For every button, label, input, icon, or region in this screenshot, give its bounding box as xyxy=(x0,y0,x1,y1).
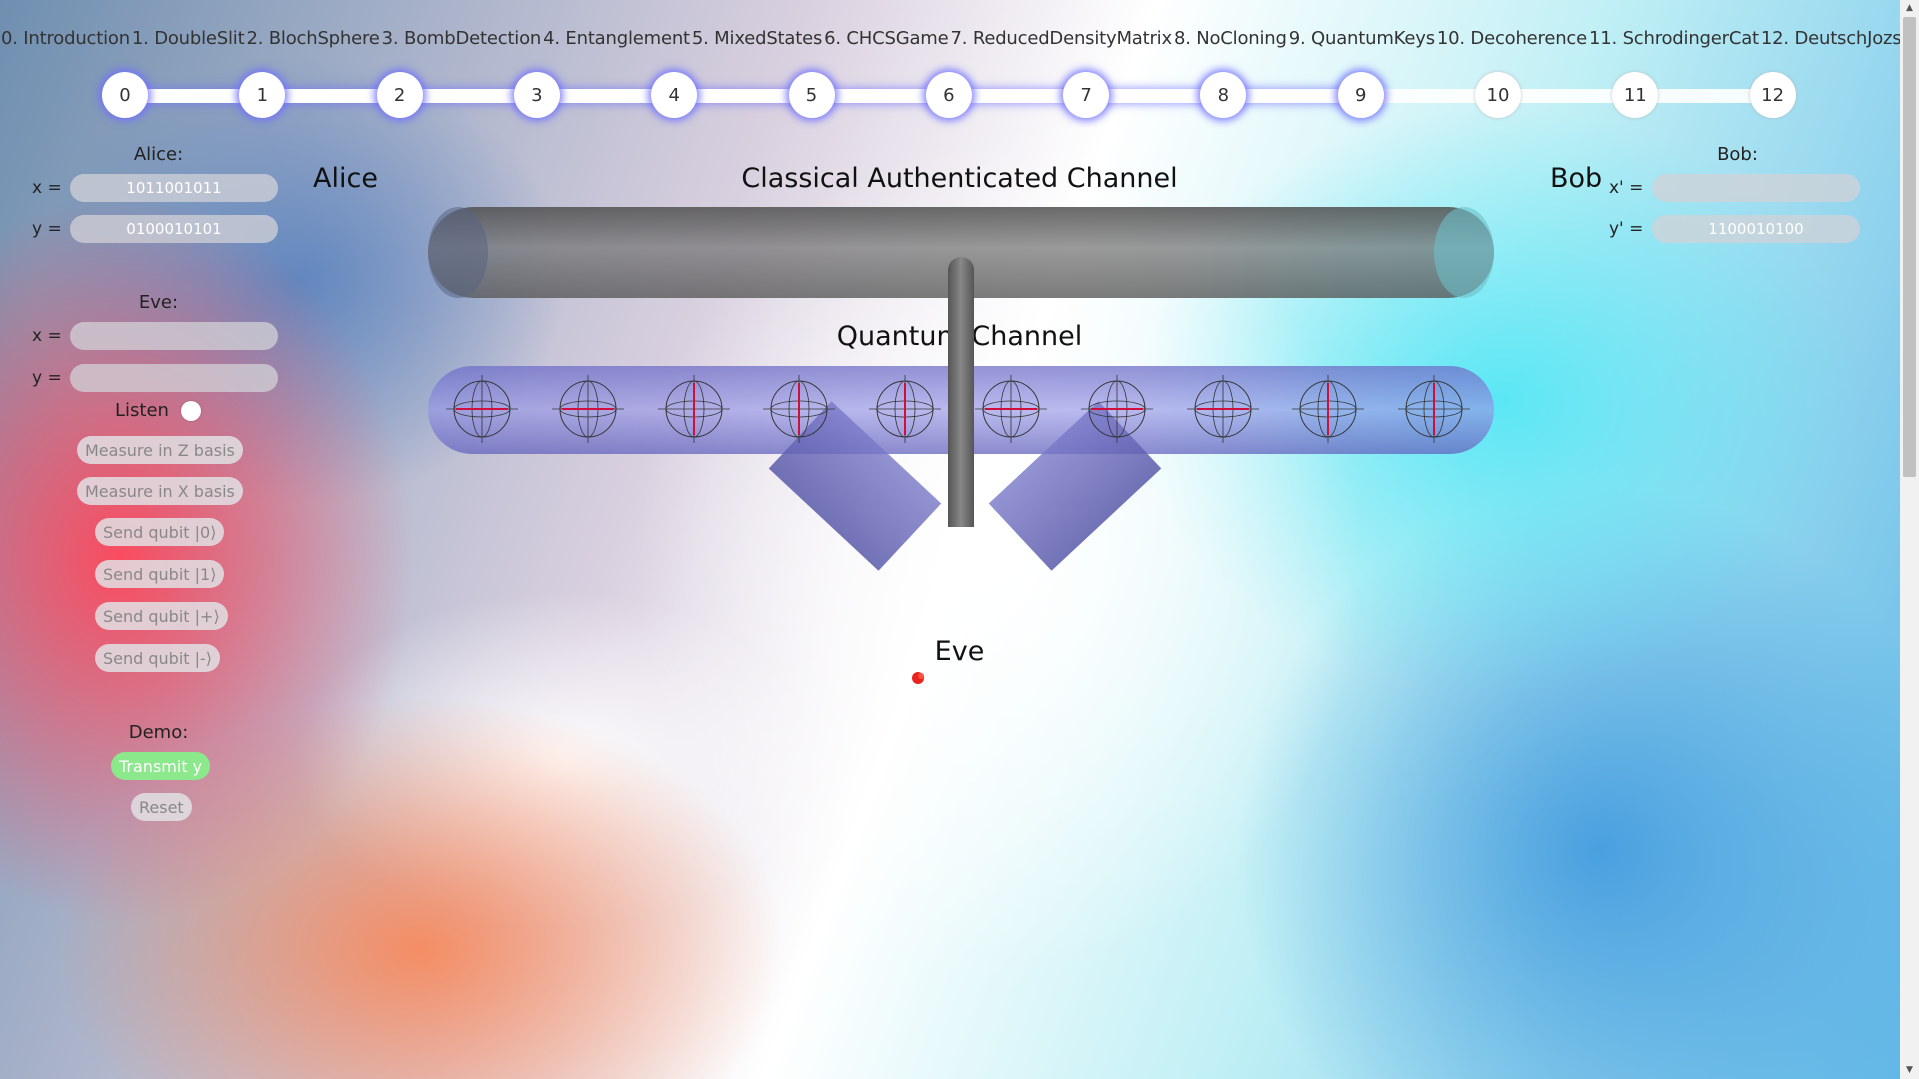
step-11[interactable]: 11 xyxy=(1612,72,1659,118)
send-qubit-0-button[interactable]: Send qubit |0⟩ xyxy=(95,518,225,546)
step-12[interactable]: 12 xyxy=(1749,72,1796,118)
alice-y-label: y = xyxy=(32,219,62,239)
scene-eve-label: Eve xyxy=(934,636,985,667)
nav-label-6[interactable]: 6. CHCSGame xyxy=(824,28,949,49)
nav-label-0[interactable]: 0. Introduction xyxy=(1,28,130,49)
step-6[interactable]: 6 xyxy=(925,72,972,118)
classical-channel-end-right xyxy=(1434,207,1494,298)
step-5[interactable]: 5 xyxy=(788,72,835,118)
step-9[interactable]: 9 xyxy=(1337,72,1384,118)
nav-label-4[interactable]: 4. Entanglement xyxy=(543,28,690,49)
scroll-down-icon[interactable]: ▼ xyxy=(1900,1062,1919,1079)
classical-channel-pole xyxy=(948,257,974,527)
demo-heading: Demo: xyxy=(128,722,189,743)
measure-z-button[interactable]: Measure in Z basis xyxy=(77,436,243,464)
nav-label-8[interactable]: 8. NoCloning xyxy=(1174,28,1287,49)
measure-x-button[interactable]: Measure in X basis xyxy=(77,477,243,505)
bob-heading: Bob: xyxy=(1717,144,1758,165)
bloch-sphere-icon xyxy=(763,375,836,443)
eve-heading: Eve: xyxy=(138,292,179,313)
listen-toggle[interactable]: Listen xyxy=(115,400,201,421)
listen-label: Listen xyxy=(115,400,169,421)
nav-label-5[interactable]: 5. MixedStates xyxy=(692,28,822,49)
send-qubit-plus-button[interactable]: Send qubit |+⟩ xyxy=(95,602,228,630)
scroll-thumb[interactable] xyxy=(1903,17,1916,477)
page-scrollbar[interactable]: ▲ ▼ xyxy=(1900,0,1919,1079)
classical-channel-end-left xyxy=(428,207,488,298)
scroll-up-icon[interactable]: ▲ xyxy=(1900,0,1919,17)
bloch-sphere-icon xyxy=(869,375,942,443)
reset-button[interactable]: Reset xyxy=(131,793,192,821)
nav-label-12[interactable]: 12. DeutschJozsa xyxy=(1761,28,1913,49)
step-2[interactable]: 2 xyxy=(376,72,423,118)
step-7[interactable]: 7 xyxy=(1063,72,1110,118)
bloch-sphere-icon xyxy=(1292,375,1365,443)
alice-y-field[interactable] xyxy=(70,215,278,243)
bloch-sphere-icon xyxy=(1080,375,1153,443)
nav-label-1[interactable]: 1. DoubleSlit xyxy=(132,28,245,49)
step-1[interactable]: 1 xyxy=(239,72,286,118)
bob-y-label: y' = xyxy=(1609,219,1644,239)
classical-channel-label: Classical Authenticated Channel xyxy=(741,163,1178,194)
transmit-y-button[interactable]: Transmit y xyxy=(111,752,211,780)
bloch-sphere-icon xyxy=(1186,375,1259,443)
listen-toggle-knob[interactable] xyxy=(180,400,201,421)
bloch-sphere-icon xyxy=(446,375,518,443)
bob-y-field[interactable] xyxy=(1652,215,1860,243)
nav-label-2[interactable]: 2. BlochSphere xyxy=(246,28,379,49)
step-0[interactable]: 0 xyxy=(102,72,148,118)
nav-label-10[interactable]: 10. Decoherence xyxy=(1437,28,1587,49)
alice-heading: Alice: xyxy=(133,144,184,165)
step-10[interactable]: 10 xyxy=(1475,72,1521,118)
eve-y-field[interactable] xyxy=(70,364,278,392)
bloch-sphere-icon xyxy=(975,375,1047,443)
stepper-progress xyxy=(125,89,1361,103)
eve-marker-icon xyxy=(912,672,924,684)
nav-label-9[interactable]: 9. QuantumKeys xyxy=(1289,28,1435,49)
nav-label-7[interactable]: 7. ReducedDensityMatrix xyxy=(951,28,1173,49)
lesson-nav-labels: 0. Introduction 1. DoubleSlit 2. BlochSphe… xyxy=(0,28,1913,49)
bloch-sphere-icon xyxy=(551,375,624,443)
nav-label-11[interactable]: 11. SchrodingerCat xyxy=(1589,28,1759,49)
step-3[interactable]: 3 xyxy=(513,72,560,118)
step-4[interactable]: 4 xyxy=(651,72,698,118)
bloch-sphere-icon xyxy=(1398,375,1471,443)
eve-y-label: y = xyxy=(32,368,62,388)
step-8[interactable]: 8 xyxy=(1200,72,1247,118)
bloch-sphere-icon xyxy=(657,375,730,443)
nav-label-3[interactable]: 3. BombDetection xyxy=(382,28,542,49)
send-qubit-1-button[interactable]: Send qubit |1⟩ xyxy=(95,560,225,588)
